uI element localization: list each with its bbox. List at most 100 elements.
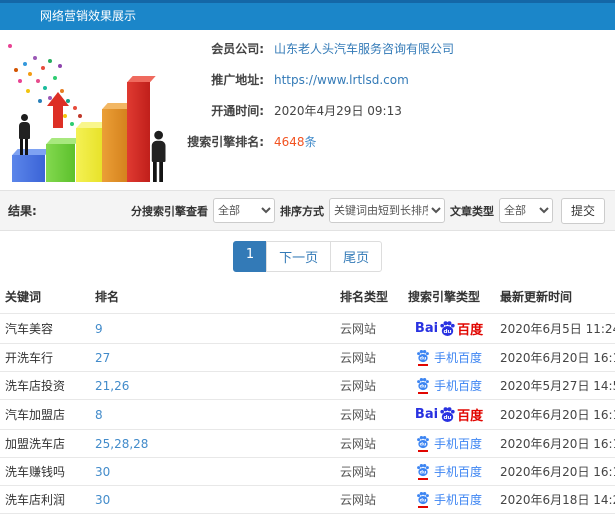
filter-bar: 结果: 分搜索引擎查看 全部 排序方式 关键词由短到长排序 文章类型 全部 提交: [0, 190, 615, 231]
promo-url-row: 推广地址: https://www.lrtlsd.com: [172, 71, 615, 88]
rank-type-cell: 云网站: [335, 399, 403, 430]
rank-cell[interactable]: 25,28,28: [90, 429, 335, 458]
sort-filter-select[interactable]: 关键词由短到长排序: [328, 198, 445, 223]
rank-cell[interactable]: 30: [90, 485, 335, 514]
page-title: 网络营销效果展示: [40, 9, 137, 23]
keyword-cell: 汽车加盟店: [0, 399, 90, 430]
filter-group: 分搜索引擎查看 全部 排序方式 关键词由短到长排序 文章类型 全部 提交: [130, 197, 605, 224]
rank-cell[interactable]: 9: [90, 313, 335, 344]
rank-type-cell: 云网站: [335, 343, 403, 372]
keyword-cell: 洗车店利润: [0, 485, 90, 514]
header-engine-type: 搜索引擎类型: [403, 280, 495, 314]
table-row: 洗车店利润 30 云网站 Bai du 百度: [0, 485, 615, 514]
update-time-cell: 2020年5月27日 14:58: [495, 371, 615, 400]
keyword-cell: 开洗车行: [0, 343, 90, 372]
svg-text:du: du: [420, 356, 427, 362]
engine-filter-select[interactable]: 全部: [212, 198, 275, 223]
baidu-mobile-logo[interactable]: du 手机百度: [416, 377, 482, 394]
open-time-label: 开通时间:: [211, 104, 264, 118]
svg-text:du: du: [420, 384, 427, 390]
keyword-cell: 洗车赚钱吗: [0, 457, 90, 486]
member-company-row: 会员公司: 山东老人头汽车服务咨询有限公司: [172, 40, 615, 57]
table-row: 洗车店投资 21,26 云网站 Bai du 百度: [0, 371, 615, 400]
keyword-cell: 加盟洗车店: [0, 429, 90, 458]
baidu-mobile-logo[interactable]: du 手机百度: [416, 463, 482, 480]
update-time-cell: 2020年6月20日 16:11: [495, 429, 615, 458]
table-row: 洗车店加盟 3 云网站 Bai du 百度: [0, 513, 615, 520]
engine-cell: Bai du 百度: [403, 457, 495, 486]
open-time-row: 开通时间: 2020年4月29日 09:13: [172, 102, 615, 119]
mobile-baidu-paw-icon: du: [416, 491, 430, 508]
member-company-link[interactable]: 山东老人头汽车服务咨询有限公司: [274, 40, 454, 57]
header-keyword: 关键词: [0, 280, 90, 314]
table-row: 汽车加盟店 8 云网站 Bai du 百度 2020年6月20日 16:: [0, 399, 615, 430]
sort-filter-label: 排序方式: [279, 204, 324, 218]
mobile-baidu-paw-icon: du: [416, 349, 430, 366]
bar-green: [46, 144, 75, 182]
engine-rank-row: 搜索引擎排名: 4648条: [172, 133, 615, 150]
page: 网络营销效果展示 会员公司: 山东老人头汽车服务咨询有限公司 推广地址: htt…: [0, 0, 615, 520]
update-time-cell: 2020年6月5日 11:24: [495, 313, 615, 344]
engine-cell: Bai du 百度: [403, 513, 495, 520]
info-section: 会员公司: 山东老人头汽车服务咨询有限公司 推广地址: https://www.…: [0, 30, 615, 190]
keyword-cell: 汽车美容: [0, 313, 90, 344]
svg-text:du: du: [444, 415, 452, 421]
svg-text:du: du: [444, 329, 452, 335]
rank-type-cell: 云网站: [335, 371, 403, 400]
open-time-value: 2020年4月29日 09:13: [274, 104, 402, 118]
result-label: 结果:: [8, 204, 37, 218]
rank-unit: 条: [304, 135, 317, 149]
header-rank-type: 排名类型: [335, 280, 403, 314]
baidu-logo[interactable]: Bai du 百度: [415, 319, 483, 338]
bar-yellow: [76, 128, 102, 182]
engine-cell: Bai du 百度: [403, 429, 495, 458]
article-type-label: 文章类型: [449, 204, 494, 218]
rank-cell[interactable]: 27: [90, 343, 335, 372]
next-page-button[interactable]: 下一页: [266, 241, 332, 272]
engine-filter-label: 分搜索引擎查看: [130, 204, 208, 218]
header-rank: 排名: [90, 280, 335, 314]
rank-count: 4648: [274, 135, 305, 149]
update-time-cell: 2020年6月18日 14:30: [495, 513, 615, 520]
baidu-paw-icon: du: [440, 407, 455, 422]
baidu-mobile-logo[interactable]: du 手机百度: [416, 491, 482, 508]
promo-url-link[interactable]: https://www.lrtlsd.com: [274, 73, 409, 87]
svg-text:du: du: [420, 442, 427, 448]
rank-cell[interactable]: 3: [90, 513, 335, 520]
member-company-label: 会员公司:: [211, 42, 264, 56]
keyword-cell: 洗车店投资: [0, 371, 90, 400]
businessman-right: [148, 130, 168, 182]
update-time-cell: 2020年6月18日 14:27: [495, 485, 615, 514]
rank-cell[interactable]: 30: [90, 457, 335, 486]
engine-cell: Bai du 百度: [403, 343, 495, 372]
businessman-left: [16, 114, 32, 155]
table-row: 加盟洗车店 25,28,28 云网站 Bai du 百度: [0, 429, 615, 458]
engine-cell: Bai du 百度: [403, 371, 495, 400]
submit-button[interactable]: 提交: [560, 197, 605, 224]
header-update-time: 最新更新时间: [495, 280, 615, 314]
article-type-select[interactable]: 全部: [498, 198, 553, 223]
baidu-logo[interactable]: Bai du 百度: [415, 405, 483, 424]
baidu-mobile-logo[interactable]: du 手机百度: [416, 435, 482, 452]
rank-type-cell: 云网站: [335, 513, 403, 520]
mobile-baidu-paw-icon: du: [416, 463, 430, 480]
rank-type-cell: 云网站: [335, 457, 403, 486]
company-info-list: 会员公司: 山东老人头汽车服务咨询有限公司 推广地址: https://www.…: [172, 30, 615, 190]
table-row: 洗车赚钱吗 30 云网站 Bai du 百度: [0, 457, 615, 486]
update-time-cell: 2020年6月20日 16:16: [495, 343, 615, 372]
bar-blue: [12, 155, 45, 182]
up-arrow-icon: [47, 92, 69, 128]
bar-orange: [102, 109, 127, 182]
rank-cell[interactable]: 21,26: [90, 371, 335, 400]
engine-cell: Bai du 百度: [403, 313, 495, 344]
table-row: 汽车美容 9 云网站 Bai du 百度 2020年6月5日 11:24: [0, 313, 615, 344]
rank-cell[interactable]: 8: [90, 399, 335, 430]
mobile-baidu-paw-icon: du: [416, 377, 430, 394]
keyword-cell: 洗车店加盟: [0, 513, 90, 520]
last-page-button[interactable]: 尾页: [330, 241, 383, 272]
baidu-mobile-logo[interactable]: du 手机百度: [416, 349, 482, 366]
engine-rank-value: 4648条: [274, 133, 317, 150]
page-1-button[interactable]: 1: [232, 241, 268, 272]
page-header: 网络营销效果展示: [0, 0, 615, 30]
svg-text:du: du: [420, 498, 427, 504]
